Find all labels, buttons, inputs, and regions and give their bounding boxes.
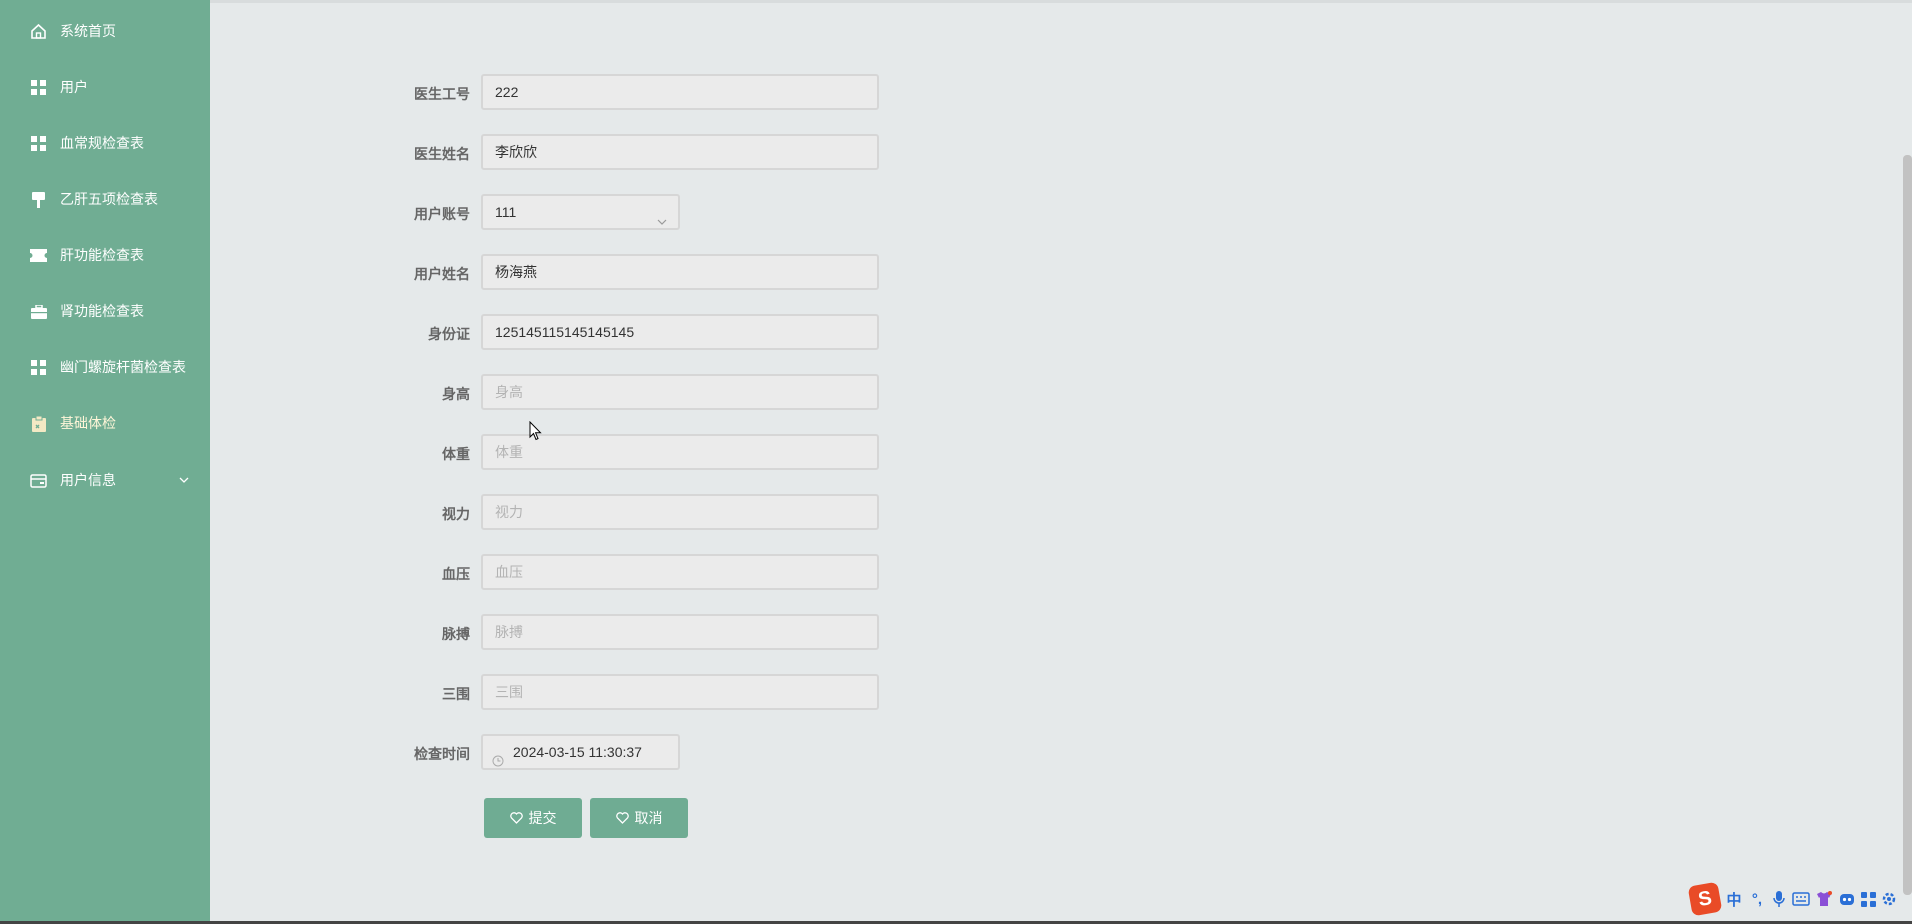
sidebar-item-home[interactable]: 系统首页 (0, 3, 210, 59)
scrollbar[interactable] (1903, 155, 1912, 895)
blood-pressure-field[interactable]: 血压 (481, 554, 879, 590)
settings-icon[interactable] (1881, 891, 1897, 907)
punctuation-toggle[interactable]: °, (1748, 891, 1766, 908)
sidebar-item-user-info[interactable]: 用户信息 (0, 452, 210, 508)
sidebar: 系统首页 用户 血常规检查表 乙肝五项检查表 肝功能检查表 肾功能检查表 幽门螺… (0, 0, 210, 924)
submit-button[interactable]: 提交 (484, 798, 582, 838)
sidebar-item-label: 幽门螺旋杆菌检查表 (60, 359, 186, 375)
sidebar-item-blood-routine[interactable]: 血常规检查表 (0, 115, 210, 171)
ime-mode-toggle[interactable]: 中 (1725, 889, 1743, 910)
doctor-name-field[interactable]: 李欣欣 (481, 134, 879, 170)
measurements-field[interactable]: 三围 (481, 674, 879, 710)
sidebar-item-kidney-function[interactable]: 肾功能检查表 (0, 283, 210, 339)
chevron-down-icon (656, 207, 668, 225)
measurements-label: 三围 (442, 686, 470, 702)
brush-icon (30, 191, 47, 208)
wallet-icon (30, 472, 47, 489)
sidebar-item-liver-function[interactable]: 肝功能检查表 (0, 227, 210, 283)
id-card-label: 身份证 (428, 326, 470, 342)
sidebar-item-label: 基础体检 (60, 415, 116, 431)
doctor-id-label: 医生工号 (414, 86, 470, 102)
mouse-cursor-icon (529, 420, 542, 444)
user-account-select[interactable]: 111 (481, 194, 680, 230)
chevron-down-icon (178, 473, 190, 485)
sidebar-item-helicobacter[interactable]: 幽门螺旋杆菌检查表 (0, 339, 210, 395)
sidebar-item-label: 肝功能检查表 (60, 247, 144, 263)
vision-label: 视力 (442, 506, 470, 522)
grid-icon (30, 79, 47, 96)
check-time-label: 检查时间 (414, 746, 470, 762)
grid-icon (30, 359, 47, 376)
clipboard-icon (30, 415, 47, 432)
check-time-value: 2024-03-15 11:30:37 (513, 744, 642, 760)
heart-icon (509, 812, 523, 824)
user-account-value: 111 (495, 204, 517, 220)
heart-icon (615, 812, 629, 824)
submit-label: 提交 (528, 810, 557, 826)
cancel-label: 取消 (634, 810, 663, 826)
id-card-field[interactable]: 125145115145145145 (481, 314, 879, 350)
ticket-icon (30, 247, 47, 264)
sidebar-item-label: 肾功能检查表 (60, 303, 144, 319)
weight-label: 体重 (442, 446, 470, 462)
apps-grid-icon[interactable] (1861, 891, 1876, 907)
check-time-picker[interactable]: 2024-03-15 11:30:37 (481, 734, 680, 770)
sidebar-item-label: 血常规检查表 (60, 135, 144, 151)
user-name-field[interactable]: 杨海燕 (481, 254, 879, 290)
sogou-logo-icon[interactable]: S (1687, 881, 1723, 917)
user-account-label: 用户账号 (414, 206, 470, 222)
doctor-name-label: 医生姓名 (414, 146, 470, 162)
skin-icon[interactable] (1815, 891, 1833, 907)
sidebar-item-label: 系统首页 (60, 23, 116, 39)
ime-toolbar: S 中 °, (1687, 881, 1897, 917)
sidebar-item-label: 用户 (60, 79, 88, 95)
sidebar-item-label: 乙肝五项检查表 (60, 191, 158, 207)
home-icon (30, 23, 47, 40)
microphone-icon[interactable] (1771, 890, 1787, 908)
height-field[interactable]: 身高 (481, 374, 879, 410)
cancel-button[interactable]: 取消 (590, 798, 688, 838)
pulse-field[interactable]: 脉搏 (481, 614, 879, 650)
user-name-label: 用户姓名 (414, 266, 470, 282)
doctor-id-field[interactable]: 222 (481, 74, 879, 110)
robot-icon[interactable] (1838, 891, 1856, 907)
sidebar-item-users[interactable]: 用户 (0, 59, 210, 115)
sidebar-item-label: 用户信息 (60, 472, 116, 488)
briefcase-icon (30, 303, 47, 320)
clock-icon (492, 746, 504, 767)
height-label: 身高 (442, 386, 470, 402)
vision-field[interactable]: 视力 (481, 494, 879, 530)
grid-icon (30, 135, 47, 152)
blood-pressure-label: 血压 (442, 566, 470, 582)
sidebar-item-hepatitis-b[interactable]: 乙肝五项检查表 (0, 171, 210, 227)
pulse-label: 脉搏 (442, 626, 470, 642)
keyboard-icon[interactable] (1792, 892, 1810, 906)
sidebar-item-basic-exam[interactable]: 基础体检 (0, 395, 210, 451)
